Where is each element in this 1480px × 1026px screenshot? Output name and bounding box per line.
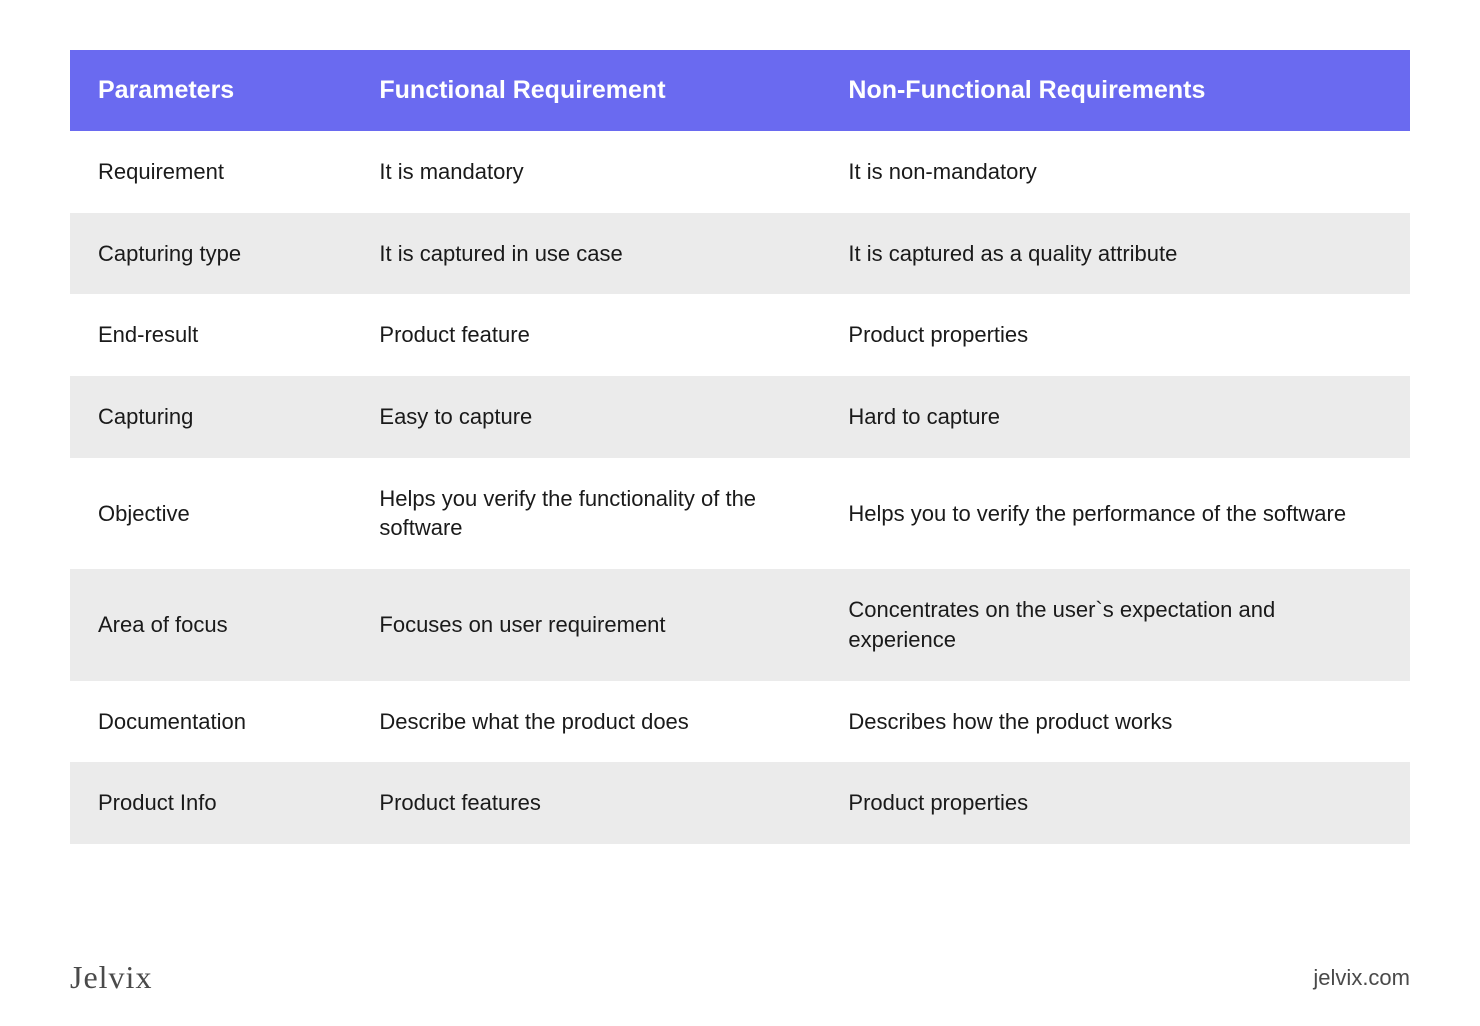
- cell-param: Capturing: [70, 376, 351, 458]
- cell-nonf: Hard to capture: [820, 376, 1410, 458]
- table-row: Requirement It is mandatory It is non-ma…: [70, 131, 1410, 213]
- cell-nonf: It is non-mandatory: [820, 131, 1410, 213]
- table-row: End-result Product feature Product prope…: [70, 294, 1410, 376]
- cell-param: Product Info: [70, 762, 351, 844]
- header-nonfunctional: Non-Functional Requirements: [820, 50, 1410, 131]
- footer: Jelvix jelvix.com: [70, 939, 1410, 996]
- table-row: Documentation Describe what the product …: [70, 681, 1410, 763]
- cell-func: Product feature: [351, 294, 820, 376]
- cell-param: Documentation: [70, 681, 351, 763]
- cell-param: Capturing type: [70, 213, 351, 295]
- cell-func: It is captured in use case: [351, 213, 820, 295]
- table-row: Area of focus Focuses on user requiremen…: [70, 569, 1410, 680]
- table-row: Capturing type It is captured in use cas…: [70, 213, 1410, 295]
- table-row: Objective Helps you verify the functiona…: [70, 458, 1410, 569]
- brand-logo: Jelvix: [70, 959, 152, 996]
- cell-param: Requirement: [70, 131, 351, 213]
- cell-func: Helps you verify the functionality of th…: [351, 458, 820, 569]
- cell-param: Area of focus: [70, 569, 351, 680]
- cell-func: Product features: [351, 762, 820, 844]
- cell-nonf: Helps you to verify the performance of t…: [820, 458, 1410, 569]
- cell-nonf: Product properties: [820, 294, 1410, 376]
- cell-nonf: Concentrates on the user`s expectation a…: [820, 569, 1410, 680]
- cell-func: Describe what the product does: [351, 681, 820, 763]
- cell-nonf: Describes how the product works: [820, 681, 1410, 763]
- table-row: Product Info Product features Product pr…: [70, 762, 1410, 844]
- table-row: Capturing Easy to capture Hard to captur…: [70, 376, 1410, 458]
- cell-func: It is mandatory: [351, 131, 820, 213]
- header-functional: Functional Requirement: [351, 50, 820, 131]
- comparison-table: Parameters Functional Requirement Non-Fu…: [70, 50, 1410, 844]
- cell-nonf: Product properties: [820, 762, 1410, 844]
- cell-func: Focuses on user requirement: [351, 569, 820, 680]
- cell-func: Easy to capture: [351, 376, 820, 458]
- header-parameters: Parameters: [70, 50, 351, 131]
- cell-param: Objective: [70, 458, 351, 569]
- cell-nonf: It is captured as a quality attribute: [820, 213, 1410, 295]
- cell-param: End-result: [70, 294, 351, 376]
- table-header-row: Parameters Functional Requirement Non-Fu…: [70, 50, 1410, 131]
- brand-site: jelvix.com: [1313, 965, 1410, 991]
